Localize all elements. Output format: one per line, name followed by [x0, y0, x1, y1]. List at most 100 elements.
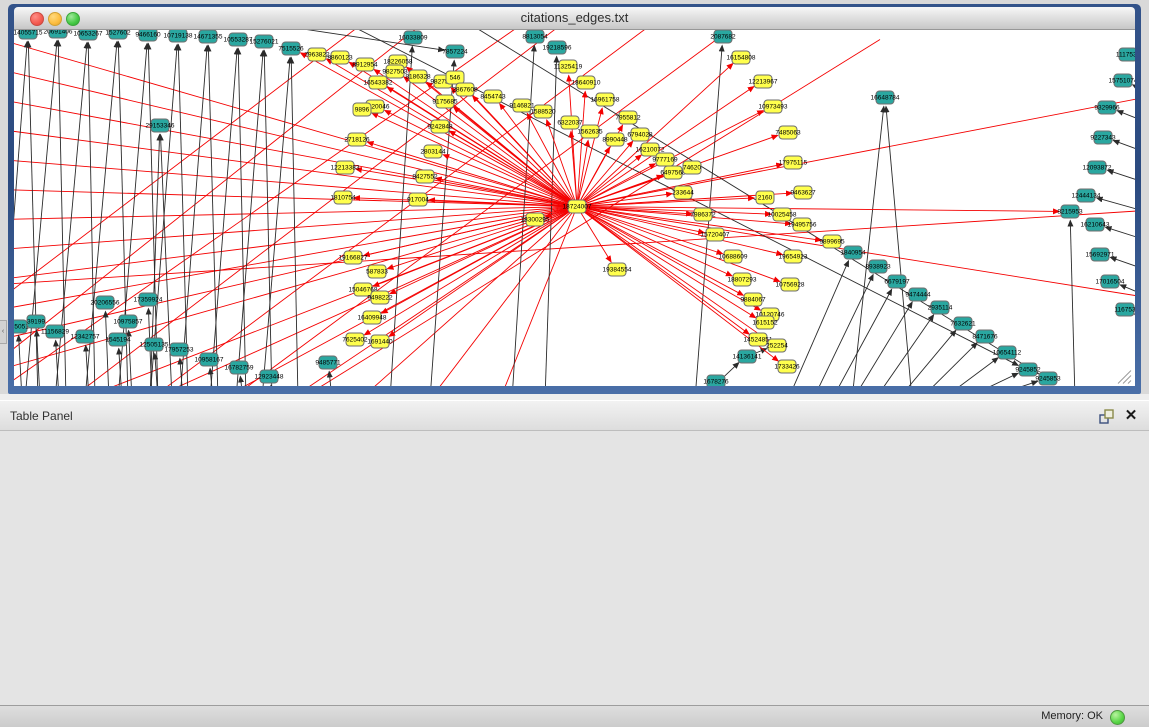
- graph-node-yellow[interactable]: [606, 133, 624, 146]
- graph-node-yellow[interactable]: [424, 145, 442, 158]
- float-panel-icon[interactable]: [1098, 408, 1116, 426]
- graph-node-teal[interactable]: [954, 317, 972, 330]
- graph-node-teal[interactable]: [1119, 48, 1135, 61]
- graph-node-teal[interactable]: [14, 320, 27, 333]
- graph-node-yellow[interactable]: [354, 283, 372, 296]
- graph-node-yellow[interactable]: [744, 293, 762, 306]
- graph-node-teal[interactable]: [109, 30, 127, 39]
- graph-node-yellow[interactable]: [694, 208, 712, 221]
- graph-node-yellow[interactable]: [793, 218, 811, 231]
- graph-node-yellow[interactable]: [456, 83, 474, 96]
- graph-node-yellow[interactable]: [568, 200, 586, 213]
- graph-node-teal[interactable]: [707, 375, 725, 386]
- graph-node-teal[interactable]: [282, 42, 300, 55]
- graph-node-teal[interactable]: [139, 30, 157, 41]
- graph-node-teal[interactable]: [1101, 275, 1119, 288]
- graph-node-teal[interactable]: [79, 30, 97, 40]
- graph-node-teal[interactable]: [169, 30, 187, 42]
- graph-node-yellow[interactable]: [619, 111, 637, 124]
- graph-node-yellow[interactable]: [577, 76, 595, 89]
- graph-node-teal[interactable]: [229, 33, 247, 46]
- graph-node-yellow[interactable]: [368, 265, 386, 278]
- graph-node-yellow[interactable]: [779, 126, 797, 139]
- graph-node-yellow[interactable]: [336, 161, 354, 174]
- graph-node-teal[interactable]: [909, 288, 927, 301]
- graph-node-yellow[interactable]: [756, 316, 774, 329]
- graph-node-yellow[interactable]: [416, 170, 434, 183]
- graph-node-teal[interactable]: [876, 91, 894, 104]
- graph-node-teal[interactable]: [76, 330, 94, 343]
- graph-node-teal[interactable]: [27, 315, 45, 328]
- graph-node-yellow[interactable]: [706, 228, 724, 241]
- graph-node-yellow[interactable]: [356, 58, 374, 71]
- graph-node-yellow[interactable]: [794, 186, 812, 199]
- graph-node-yellow[interactable]: [363, 311, 381, 324]
- graph-node-teal[interactable]: [46, 325, 64, 338]
- graph-node-teal[interactable]: [139, 293, 157, 306]
- window-resize-grip[interactable]: [1118, 371, 1131, 384]
- graph-node-teal[interactable]: [888, 275, 906, 288]
- graph-node-teal[interactable]: [1061, 205, 1079, 218]
- graph-node-teal[interactable]: [170, 343, 188, 356]
- graph-node-yellow[interactable]: [308, 48, 326, 61]
- graph-node-teal[interactable]: [446, 45, 464, 58]
- graph-node-teal[interactable]: [714, 30, 732, 43]
- graph-node-yellow[interactable]: [386, 65, 404, 78]
- graph-node-teal[interactable]: [1094, 131, 1112, 144]
- graph-node-yellow[interactable]: [664, 166, 682, 179]
- graph-node-teal[interactable]: [1088, 161, 1106, 174]
- panel-collapse-handle[interactable]: ‹: [0, 320, 7, 344]
- graph-node-yellow[interactable]: [733, 273, 751, 286]
- graph-node-teal[interactable]: [1114, 74, 1132, 87]
- graph-node-teal[interactable]: [49, 30, 67, 38]
- graph-node-teal[interactable]: [255, 35, 273, 48]
- graph-node-yellow[interactable]: [331, 51, 349, 64]
- graph-node-teal[interactable]: [1116, 303, 1134, 316]
- graph-node-teal[interactable]: [1039, 372, 1057, 385]
- graph-node-teal[interactable]: [998, 346, 1016, 359]
- graph-node-yellow[interactable]: [409, 70, 427, 83]
- graph-node-yellow[interactable]: [431, 120, 449, 133]
- graph-node-yellow[interactable]: [534, 105, 552, 118]
- graph-node-teal[interactable]: [1077, 189, 1095, 202]
- graph-node-yellow[interactable]: [756, 191, 774, 204]
- graph-node-yellow[interactable]: [409, 193, 427, 206]
- graph-node-teal[interactable]: [145, 338, 163, 351]
- graph-node-teal[interactable]: [1086, 218, 1104, 231]
- graph-node-yellow[interactable]: [353, 103, 371, 116]
- graph-node-yellow[interactable]: [581, 125, 599, 138]
- graph-node-yellow[interactable]: [768, 339, 786, 352]
- graph-node-yellow[interactable]: [369, 76, 387, 89]
- graph-node-yellow[interactable]: [631, 128, 649, 141]
- graph-node-yellow[interactable]: [683, 161, 701, 174]
- graph-node-yellow[interactable]: [764, 100, 782, 113]
- graph-node-yellow[interactable]: [371, 335, 389, 348]
- graph-node-yellow[interactable]: [484, 90, 502, 103]
- graph-node-yellow[interactable]: [596, 93, 614, 106]
- graph-node-yellow[interactable]: [656, 153, 674, 166]
- graph-node-yellow[interactable]: [674, 186, 692, 199]
- graph-node-teal[interactable]: [199, 30, 217, 43]
- graph-node-teal[interactable]: [844, 246, 862, 259]
- graph-node-teal[interactable]: [931, 301, 949, 314]
- window-titlebar[interactable]: citations_edges.txt: [14, 7, 1135, 30]
- graph-node-teal[interactable]: [200, 353, 218, 366]
- graph-node-yellow[interactable]: [344, 251, 362, 264]
- graph-node-teal[interactable]: [1098, 101, 1116, 114]
- graph-node-yellow[interactable]: [781, 278, 799, 291]
- graph-node-yellow[interactable]: [749, 333, 767, 346]
- graph-node-yellow[interactable]: [561, 116, 579, 129]
- graph-node-yellow[interactable]: [754, 75, 772, 88]
- graph-node-teal[interactable]: [109, 333, 127, 346]
- graph-node-yellow[interactable]: [784, 156, 802, 169]
- graph-node-yellow[interactable]: [334, 191, 352, 204]
- graph-node-teal[interactable]: [260, 370, 278, 383]
- graph-node-teal[interactable]: [1091, 248, 1109, 261]
- graph-node-teal[interactable]: [526, 30, 544, 43]
- graph-node-yellow[interactable]: [526, 213, 544, 226]
- graph-node-yellow[interactable]: [346, 333, 364, 346]
- graph-node-teal[interactable]: [19, 30, 37, 39]
- graph-node-teal[interactable]: [869, 260, 887, 273]
- graph-node-yellow[interactable]: [371, 291, 389, 304]
- graph-node-yellow[interactable]: [724, 250, 742, 263]
